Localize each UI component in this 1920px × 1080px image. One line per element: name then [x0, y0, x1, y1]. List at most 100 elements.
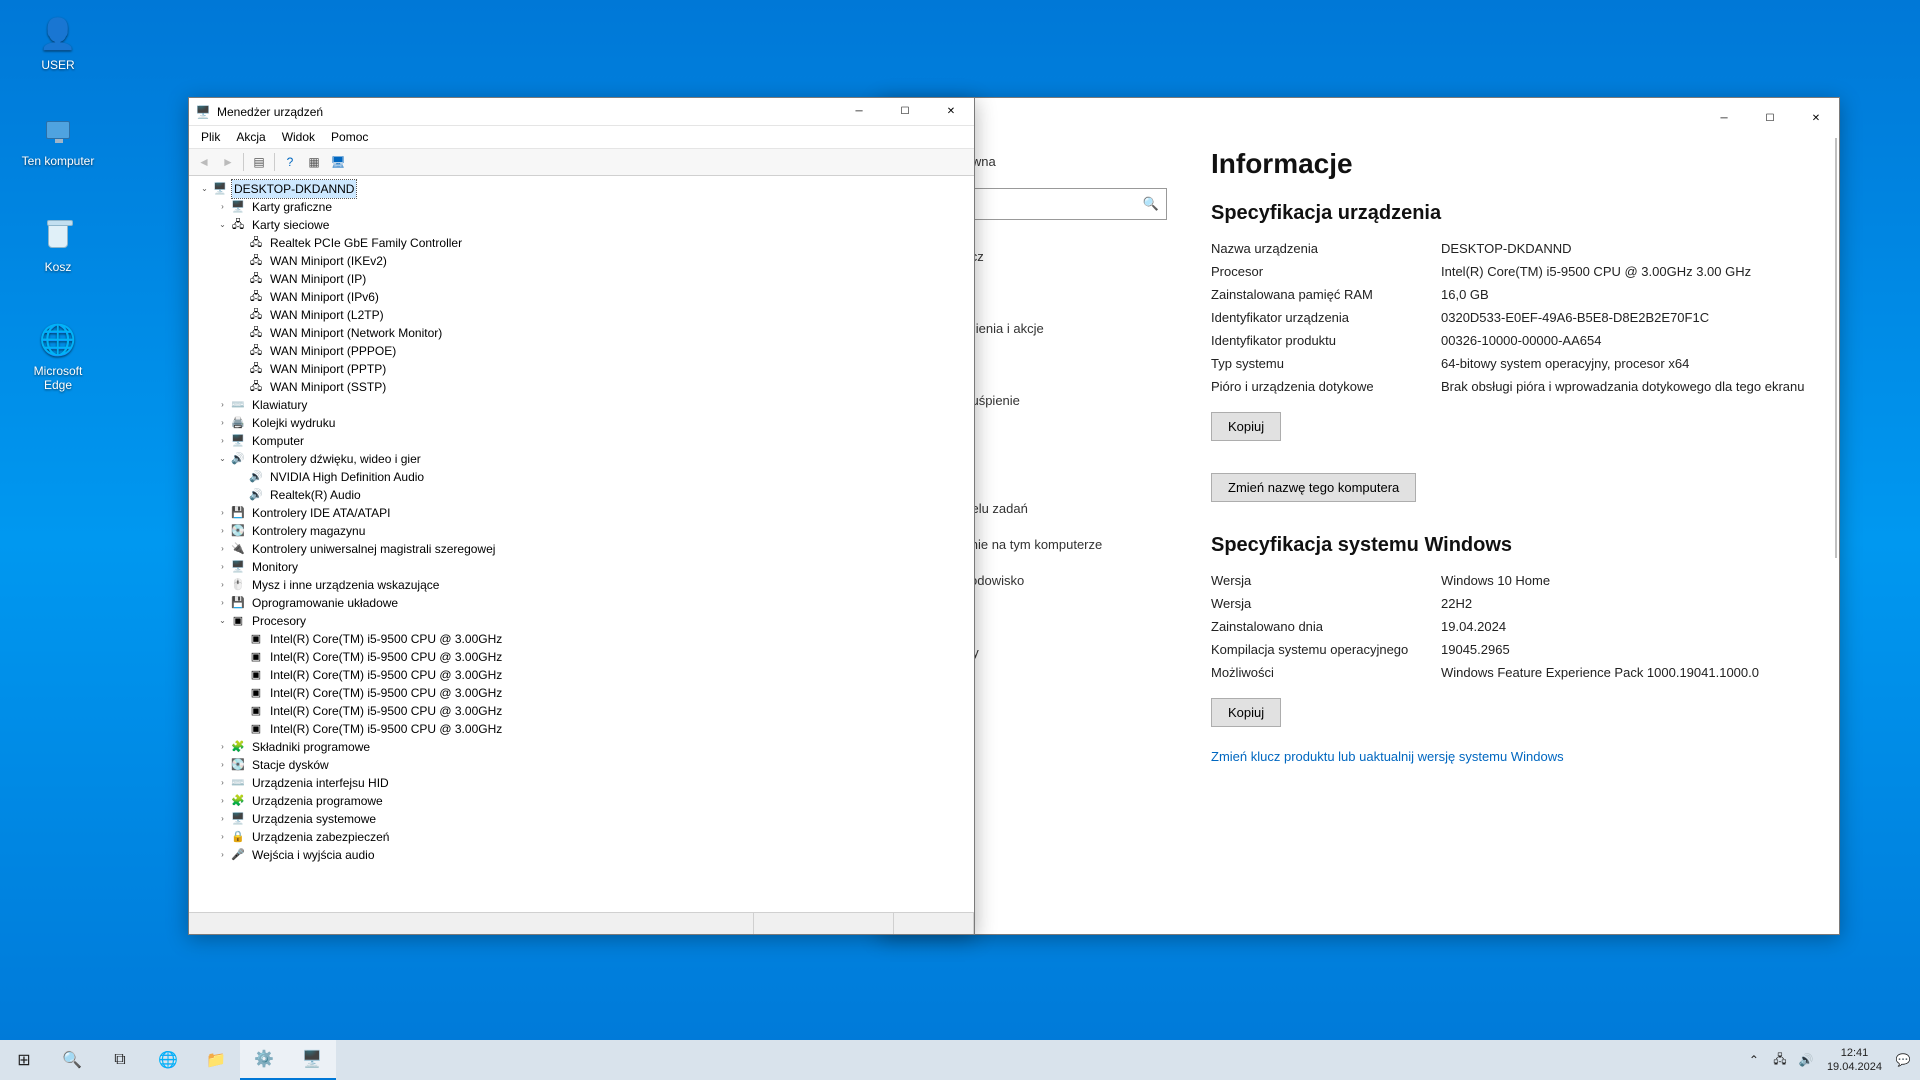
tree-node[interactable]: ⌄🖥️DESKTOP-DKDANND [193, 180, 974, 198]
tree-node[interactable]: ›🖥️Karty graficzne [193, 198, 974, 216]
menu-plik[interactable]: Plik [193, 128, 228, 146]
tree-label: Kontrolery uniwersalnej magistrali szere… [250, 540, 497, 558]
tree-node[interactable]: ›🧩Składniki programowe [193, 738, 974, 756]
tray-volume-icon[interactable]: 🔊 [1795, 1053, 1817, 1067]
tree-node[interactable]: ›💾Kontrolery IDE ATA/ATAPI [193, 504, 974, 522]
collapse-icon[interactable]: ⌄ [217, 220, 228, 231]
spec-key: Procesor [1211, 264, 1441, 279]
tree-node[interactable]: 🖧WAN Miniport (PPPOE) [193, 342, 974, 360]
help-button[interactable]: ? [279, 151, 301, 173]
expand-icon[interactable]: › [217, 436, 228, 447]
expand-icon[interactable]: › [217, 850, 228, 861]
start-button[interactable]: ⊞ [0, 1040, 48, 1080]
expand-icon[interactable]: › [217, 742, 228, 753]
tray-chevron-icon[interactable]: ⌃ [1743, 1053, 1765, 1067]
tree-node[interactable]: ▣Intel(R) Core(TM) i5-9500 CPU @ 3.00GHz [193, 684, 974, 702]
expand-icon[interactable]: › [217, 778, 228, 789]
tree-node[interactable]: 🖧WAN Miniport (L2TP) [193, 306, 974, 324]
taskbar-settings[interactable]: ⚙️ [240, 1040, 288, 1080]
maximize-button[interactable]: ☐ [882, 98, 928, 126]
tree-node[interactable]: ▣Intel(R) Core(TM) i5-9500 CPU @ 3.00GHz [193, 630, 974, 648]
device-tree[interactable]: ⌄🖥️DESKTOP-DKDANND›🖥️Karty graficzne⌄🖧Ka… [189, 176, 974, 912]
scrollbar[interactable] [1835, 138, 1837, 558]
tree-node[interactable]: 🖧WAN Miniport (Network Monitor) [193, 324, 974, 342]
tree-node[interactable]: ›⌨️Urządzenia interfejsu HID [193, 774, 974, 792]
tree-node[interactable]: ▣Intel(R) Core(TM) i5-9500 CPU @ 3.00GHz [193, 702, 974, 720]
tree-node[interactable]: 🖧WAN Miniport (SSTP) [193, 378, 974, 396]
collapse-icon[interactable]: ⌄ [217, 616, 228, 627]
menu-akcja[interactable]: Akcja [228, 128, 273, 146]
menu-pomoc[interactable]: Pomoc [323, 128, 376, 146]
tree-node[interactable]: ›💽Stacje dysków [193, 756, 974, 774]
tree-node[interactable]: ›💽Kontrolery magazynu [193, 522, 974, 540]
expand-icon[interactable]: › [217, 508, 228, 519]
taskbar-edge[interactable]: 🌐 [144, 1040, 192, 1080]
expand-icon[interactable]: › [217, 544, 228, 555]
tree-node[interactable]: ›💾Oprogramowanie układowe [193, 594, 974, 612]
tree-node[interactable]: 🖧WAN Miniport (PPTP) [193, 360, 974, 378]
tree-node[interactable]: 🔊NVIDIA High Definition Audio [193, 468, 974, 486]
tree-node[interactable]: 🖧WAN Miniport (IP) [193, 270, 974, 288]
desktop-icon-user[interactable]: 👤USER [18, 14, 98, 72]
taskbar-search-button[interactable]: 🔍 [48, 1040, 96, 1080]
expand-icon[interactable]: › [217, 562, 228, 573]
copy-device-button[interactable]: Kopiuj [1211, 412, 1281, 441]
expand-icon[interactable]: › [217, 760, 228, 771]
taskbar-devmgr[interactable]: 🖥️ [288, 1040, 336, 1080]
tree-node[interactable]: ›🖥️Monitory [193, 558, 974, 576]
tree-node[interactable]: 🔊Realtek(R) Audio [193, 486, 974, 504]
tree-node[interactable]: ›🖱️Mysz i inne urządzenia wskazujące [193, 576, 974, 594]
tree-node[interactable]: ›⌨️Klawiatury [193, 396, 974, 414]
taskbar-explorer[interactable]: 📁 [192, 1040, 240, 1080]
scan-hardware-button[interactable]: 🖥 [327, 151, 349, 173]
menu-widok[interactable]: Widok [274, 128, 323, 146]
minimize-button[interactable]: ─ [1701, 104, 1747, 132]
minimize-button[interactable]: ─ [836, 98, 882, 126]
maximize-button[interactable]: ☐ [1747, 104, 1793, 132]
tree-node[interactable]: 🖧Realtek PCIe GbE Family Controller [193, 234, 974, 252]
tree-node[interactable]: ›🖥️Komputer [193, 432, 974, 450]
tree-node[interactable]: ⌄🖧Karty sieciowe [193, 216, 974, 234]
tree-node[interactable]: ▣Intel(R) Core(TM) i5-9500 CPU @ 3.00GHz [193, 666, 974, 684]
expand-icon[interactable]: › [217, 418, 228, 429]
expand-icon[interactable]: › [217, 832, 228, 843]
tree-node[interactable]: ›🖥️Urządzenia systemowe [193, 810, 974, 828]
desktop-icon-kosz[interactable]: Kosz [18, 216, 98, 274]
change-product-key-link[interactable]: Zmień klucz produktu lub uaktualnij wers… [1211, 749, 1809, 764]
tray-network-icon[interactable]: 🖧 [1769, 1050, 1791, 1071]
copy-windows-button[interactable]: Kopiuj [1211, 698, 1281, 727]
desktop-icon-microsoft-edge[interactable]: 🌐Microsoft Edge [18, 320, 98, 392]
tree-node[interactable]: ›🔒Urządzenia zabezpieczeń [193, 828, 974, 846]
expand-icon[interactable]: › [217, 526, 228, 537]
spec-row: Wersja22H2 [1211, 596, 1809, 611]
desktop-icon-ten-komputer[interactable]: Ten komputer [18, 110, 98, 168]
tree-node[interactable]: ⌄🔊Kontrolery dźwięku, wideo i gier [193, 450, 974, 468]
tree-node[interactable]: 🖧WAN Miniport (IPv6) [193, 288, 974, 306]
tree-node[interactable]: ›🧩Urządzenia programowe [193, 792, 974, 810]
tray-clock[interactable]: 12:41 19.04.2024 [1821, 1046, 1888, 1074]
rename-pc-button[interactable]: Zmień nazwę tego komputera [1211, 473, 1416, 502]
tree-node[interactable]: ⌄▣Procesory [193, 612, 974, 630]
task-view-button[interactable]: ⧉ [96, 1040, 144, 1080]
expand-icon[interactable]: › [217, 598, 228, 609]
collapse-icon[interactable]: ⌄ [217, 454, 228, 465]
tree-node[interactable]: ›🖨️Kolejki wydruku [193, 414, 974, 432]
close-button[interactable]: ✕ [928, 98, 974, 126]
tree-node[interactable]: ›🔌Kontrolery uniwersalnej magistrali sze… [193, 540, 974, 558]
expand-icon[interactable]: › [217, 400, 228, 411]
expand-icon[interactable]: › [217, 580, 228, 591]
expand-icon[interactable]: › [217, 796, 228, 807]
close-button[interactable]: ✕ [1793, 104, 1839, 132]
show-hide-tree-button[interactable]: ▤ [248, 151, 270, 173]
devmgr-titlebar[interactable]: 🖥️ Menedżer urządzeń ─ ☐ ✕ [189, 98, 974, 126]
tree-node[interactable]: 🖧WAN Miniport (IKEv2) [193, 252, 974, 270]
properties-button[interactable]: ▦ [303, 151, 325, 173]
tree-node[interactable]: ›🎤Wejścia i wyjścia audio [193, 846, 974, 864]
expand-icon[interactable]: › [217, 202, 228, 213]
expand-icon[interactable]: › [217, 814, 228, 825]
tree-node[interactable]: ▣Intel(R) Core(TM) i5-9500 CPU @ 3.00GHz [193, 720, 974, 738]
action-center-icon[interactable]: 💬 [1892, 1053, 1914, 1067]
settings-titlebar[interactable]: ─ ☐ ✕ [881, 98, 1839, 138]
collapse-icon[interactable]: ⌄ [199, 184, 210, 195]
tree-node[interactable]: ▣Intel(R) Core(TM) i5-9500 CPU @ 3.00GHz [193, 648, 974, 666]
